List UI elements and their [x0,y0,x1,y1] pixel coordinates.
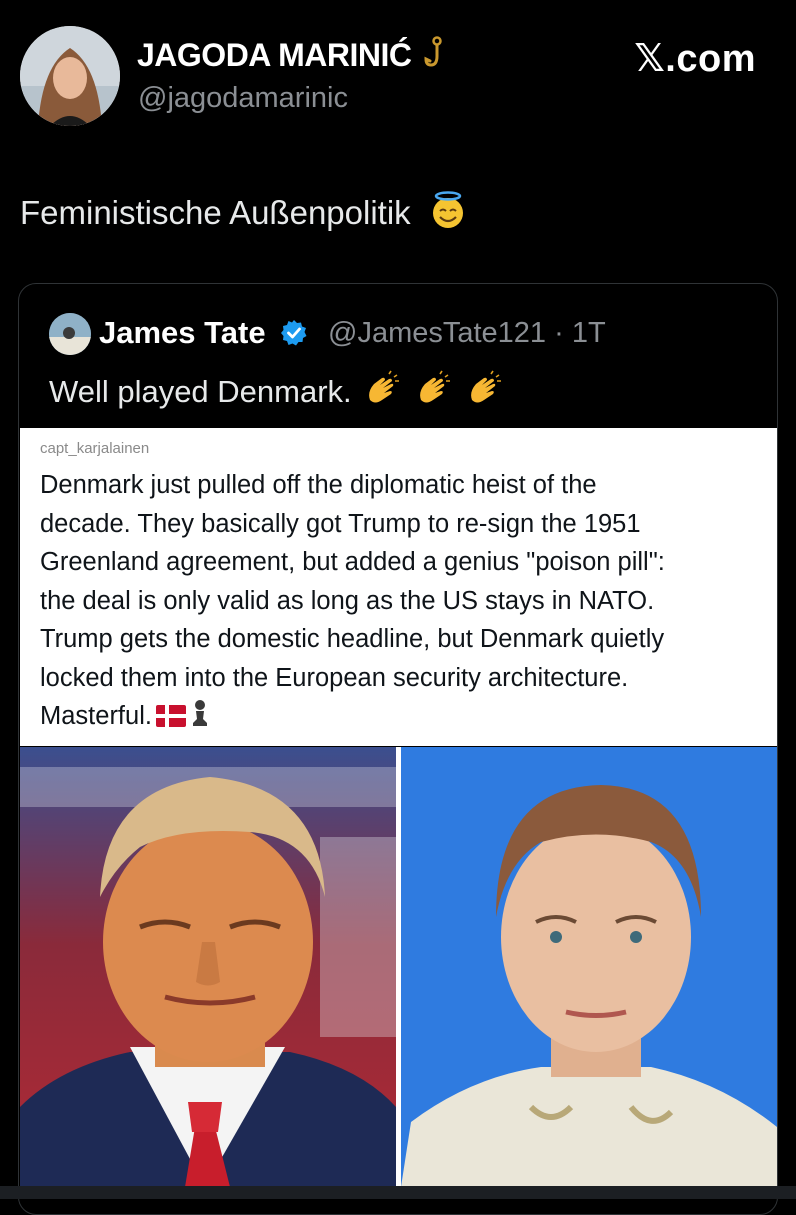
quoted-tweet-card[interactable]: James Tate @JamesTate121 · 1T Well playe… [18,283,778,1215]
hook-icon [424,36,450,78]
author-name[interactable]: JAGODA MARINIĆ [137,36,450,78]
quoted-author-avatar[interactable] [49,313,91,355]
clapping-hands-icon [464,370,504,418]
embed-line: Denmark just pulled off the diplomatic h… [40,471,597,499]
tweet-text: Feministische Außenpolitik [20,194,411,231]
quoted-meta: @JamesTate121 · 1T [328,317,606,350]
tweet-body: Feministische Außenpolitik [20,190,468,238]
smiling-face-with-halo-icon [428,190,468,238]
author-avatar-image [20,26,120,126]
post-header: JAGODA MARINIĆ @jagodamarinic 𝕏.com [0,0,796,150]
photo-man-in-suit-red-tie[interactable] [20,747,396,1187]
x-brand-logo: 𝕏.com [634,38,756,80]
embed-line-last: Masterful. [40,697,760,739]
photo-grid[interactable] [20,747,777,1187]
clapping-hands-icon [362,370,402,418]
quoted-timestamp[interactable]: 1T [572,317,606,349]
embed-username: capt_karjalainen [40,440,150,457]
embed-text: Denmark just pulled off the diplomatic h… [40,466,760,739]
embed-line: locked them into the European security a… [40,663,629,692]
embed-line: the deal is only valid as long as the US… [40,586,655,615]
chess-pawn-icon [190,699,210,739]
verified-badge-icon [280,319,308,355]
quoted-author-name[interactable]: James Tate [99,315,308,355]
quoted-text: Well played Denmark. [49,374,352,409]
meta-separator: · [554,317,564,349]
quoted-author-name-text: James Tate [99,315,266,350]
embed-line: Greenland agreement, but added a genius … [40,548,665,576]
quoted-author-avatar-image [49,313,91,355]
embed-line: Trump gets the domestic headline, but De… [40,625,665,653]
embed-line: decade. They basically got Trump to re-s… [40,509,641,538]
clapping-hands-icon [413,370,453,418]
denmark-flag-icon [155,700,186,739]
embed-line: Masterful. [40,702,152,730]
quoted-text-row: Well played Denmark. [49,370,504,418]
photo-woman-blue-background[interactable] [401,747,777,1187]
author-handle[interactable]: @jagodamarinic [138,82,348,115]
author-name-text: JAGODA MARINIĆ [137,37,412,73]
embedded-screenshot[interactable]: capt_karjalainen Denmark just pulled off… [20,428,777,746]
author-avatar[interactable] [20,26,120,126]
bottom-bar [0,1186,796,1199]
quoted-handle[interactable]: @JamesTate121 [328,317,546,349]
